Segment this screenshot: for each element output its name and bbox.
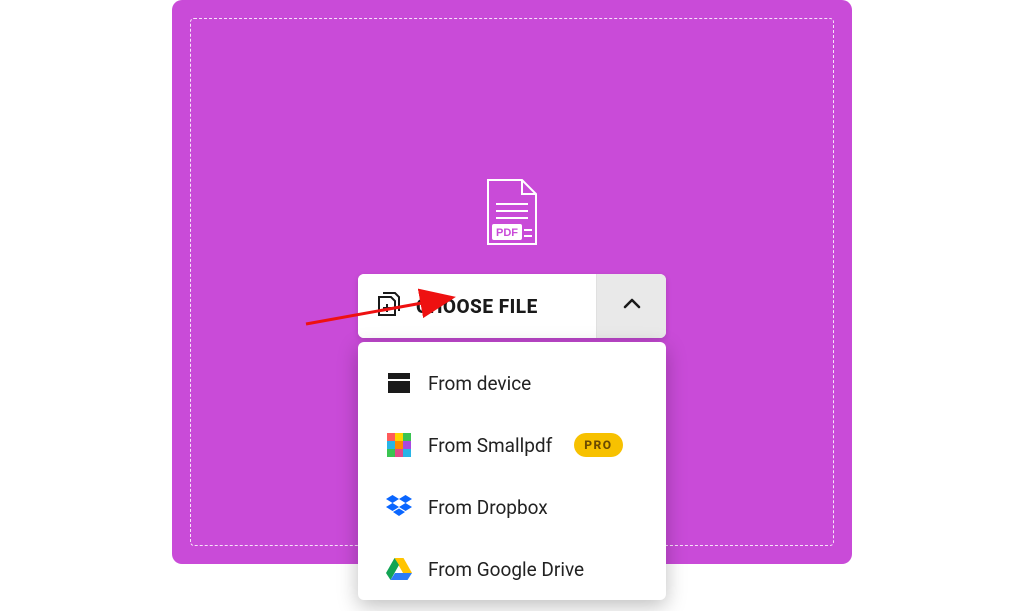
add-file-icon (376, 290, 402, 322)
dropdown-item-label: From Smallpdf (428, 434, 552, 457)
folder-icon (386, 370, 412, 396)
pdf-file-icon: PDF (484, 178, 540, 252)
google-drive-icon (386, 556, 412, 582)
dropbox-icon (386, 494, 412, 520)
dropdown-item-label: From Dropbox (428, 496, 548, 519)
pro-badge: PRO (574, 433, 622, 457)
dropdown-item-smallpdf[interactable]: From Smallpdf PRO (358, 414, 666, 476)
chevron-up-icon (621, 293, 643, 319)
source-dropdown: From device From Smallpdf PRO (358, 342, 666, 600)
dropdown-item-label: From Google Drive (428, 558, 584, 581)
choose-file-button[interactable]: CHOOSE FILE (358, 274, 596, 338)
dropdown-item-label: From device (428, 372, 531, 395)
dropdown-toggle-button[interactable] (596, 274, 666, 338)
smallpdf-logo-icon (386, 432, 412, 458)
choose-file-label: CHOOSE FILE (416, 295, 538, 318)
dropdown-item-device[interactable]: From device (358, 352, 666, 414)
svg-text:PDF: PDF (496, 227, 518, 239)
choose-file-bar: CHOOSE FILE (358, 274, 666, 338)
dropdown-item-dropbox[interactable]: From Dropbox (358, 476, 666, 538)
dropdown-item-google-drive[interactable]: From Google Drive (358, 538, 666, 600)
